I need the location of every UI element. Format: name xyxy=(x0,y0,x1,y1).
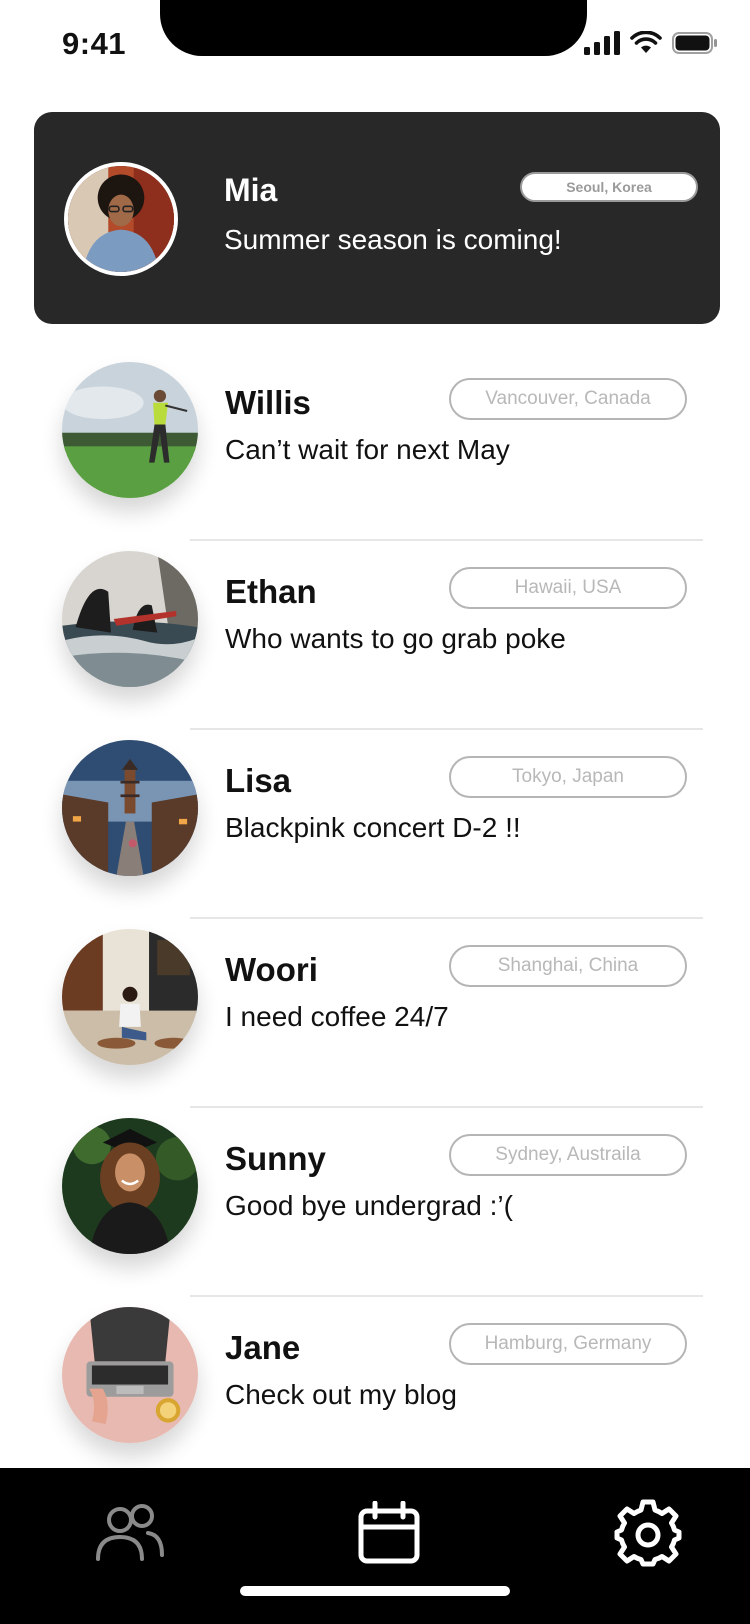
gear-icon xyxy=(613,1498,683,1573)
messages-screen: 9:41 Mia Summer season is coming! Seoul,… xyxy=(0,0,750,1624)
chat-row-woori[interactable]: Woori I need coffee 24/7 Shanghai, China xyxy=(0,919,750,1108)
location-badge: Sydney, Austraila xyxy=(449,1134,687,1176)
location-badge: Hawaii, USA xyxy=(449,567,687,609)
avatar xyxy=(62,362,198,498)
status-icons xyxy=(584,30,718,60)
contact-name: Jane xyxy=(225,1329,301,1366)
location-badge: Seoul, Korea xyxy=(520,172,698,202)
contact-name: Sunny xyxy=(225,1140,326,1177)
featured-chat-card[interactable]: Mia Summer season is coming! Seoul, Kore… xyxy=(34,112,720,324)
tab-settings[interactable] xyxy=(603,1490,693,1580)
chat-row-lisa[interactable]: Lisa Blackpink concert D-2 !! Tokyo, Jap… xyxy=(0,730,750,919)
last-message: Who wants to go grab poke xyxy=(225,623,566,654)
tab-people[interactable] xyxy=(85,1490,175,1580)
tab-calendar[interactable] xyxy=(344,1490,434,1580)
chat-row-willis[interactable]: Willis Can’t wait for next May Vancouver… xyxy=(0,352,750,541)
battery-icon xyxy=(672,31,718,60)
last-message: Summer season is coming! xyxy=(224,224,562,255)
status-bar: 9:41 xyxy=(0,0,750,90)
signal-icon xyxy=(584,30,620,60)
avatar xyxy=(62,1307,198,1443)
avatar xyxy=(62,1118,198,1254)
chat-row-sunny[interactable]: Sunny Good bye undergrad :’( Sydney, Aus… xyxy=(0,1108,750,1297)
avatar xyxy=(64,162,178,276)
location-badge: Tokyo, Japan xyxy=(449,756,687,798)
chat-list: Willis Can’t wait for next May Vancouver… xyxy=(0,352,750,1486)
contact-name: Woori xyxy=(225,951,318,988)
last-message: I need coffee 24/7 xyxy=(225,1001,449,1032)
tab-bar xyxy=(0,1468,750,1624)
contact-name: Mia xyxy=(224,172,278,208)
contact-name: Lisa xyxy=(225,762,292,799)
location-badge: Vancouver, Canada xyxy=(449,378,687,420)
calendar-icon xyxy=(357,1500,421,1570)
people-icon xyxy=(94,1503,166,1568)
chat-row-jane[interactable]: Jane Check out my blog Hamburg, Germany xyxy=(0,1297,750,1486)
status-time: 9:41 xyxy=(62,26,127,61)
avatar xyxy=(62,929,198,1065)
contact-name: Willis xyxy=(225,384,311,421)
contact-name: Ethan xyxy=(225,573,317,610)
home-indicator xyxy=(240,1586,510,1596)
avatar xyxy=(62,551,198,687)
wifi-icon xyxy=(630,30,662,60)
last-message: Check out my blog xyxy=(225,1379,457,1410)
location-badge: Hamburg, Germany xyxy=(449,1323,687,1365)
last-message: Can’t wait for next May xyxy=(225,434,510,465)
device-notch xyxy=(160,0,587,56)
last-message: Good bye undergrad :’( xyxy=(225,1190,513,1221)
location-badge: Shanghai, China xyxy=(449,945,687,987)
last-message: Blackpink concert D-2 !! xyxy=(225,812,521,843)
chat-row-ethan[interactable]: Ethan Who wants to go grab poke Hawaii, … xyxy=(0,541,750,730)
avatar xyxy=(62,740,198,876)
